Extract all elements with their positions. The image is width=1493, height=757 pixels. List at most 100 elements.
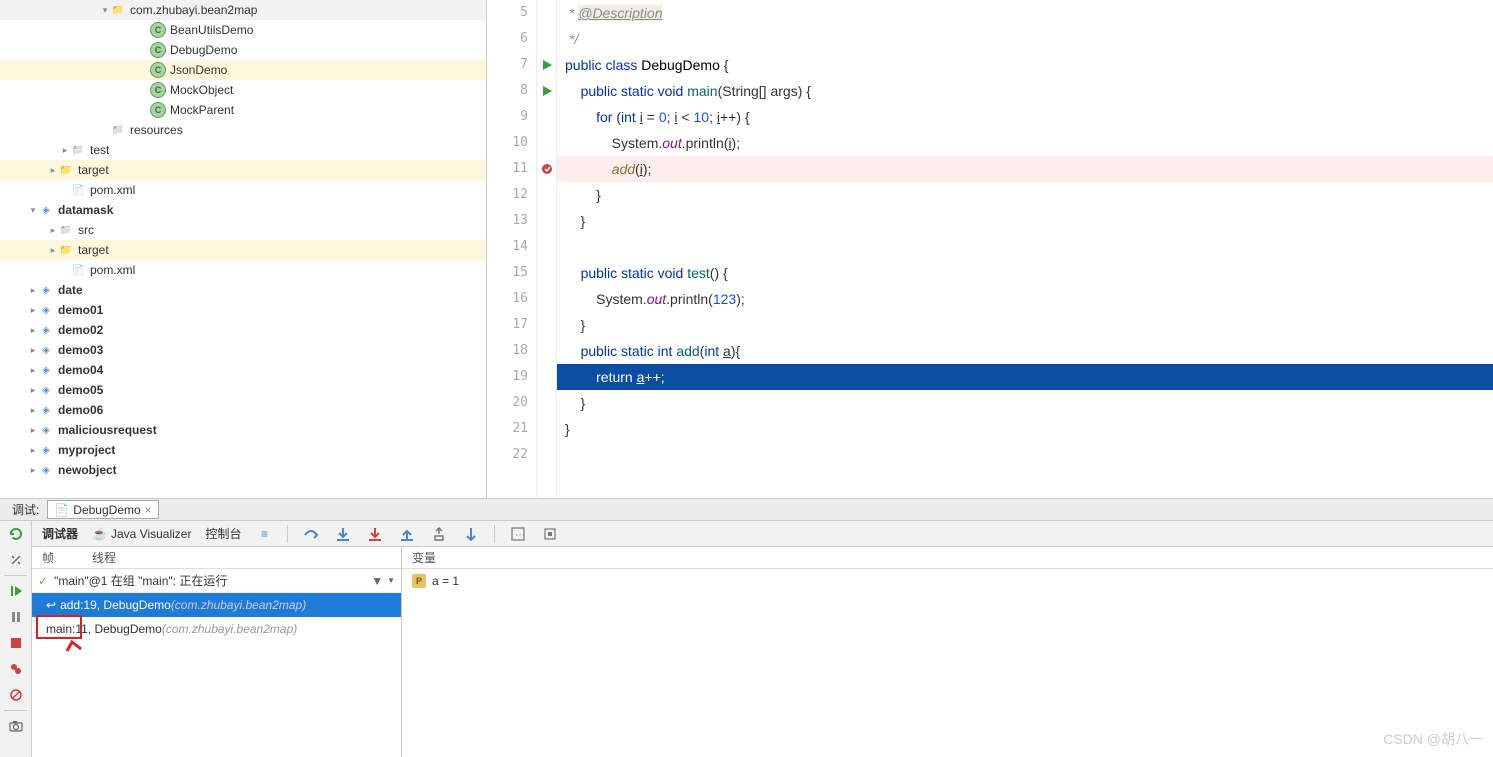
stop-button[interactable]: [0, 630, 31, 656]
pause-button[interactable]: [0, 604, 31, 630]
tree-item[interactable]: ▸demo01: [0, 300, 486, 320]
expand-icon[interactable]: ▸: [28, 345, 38, 356]
expand-icon[interactable]: ▸: [28, 445, 38, 456]
line-number[interactable]: 17: [487, 312, 528, 338]
line-number[interactable]: 8: [487, 78, 528, 104]
stack-frame-1[interactable]: main:11, DebugDemo (com.zhubayi.bean2map…: [32, 617, 401, 641]
debug-side-toolbar[interactable]: [0, 521, 32, 757]
line-number[interactable]: 12: [487, 182, 528, 208]
gutter-blank[interactable]: [537, 312, 556, 338]
code-line[interactable]: [557, 442, 1493, 468]
code-line[interactable]: add(i);: [557, 156, 1493, 182]
expand-icon[interactable]: ▾: [28, 205, 38, 216]
gutter-blank[interactable]: [537, 130, 556, 156]
tree-item[interactable]: ▸demo02: [0, 320, 486, 340]
tree-item[interactable]: ▸maliciousrequest: [0, 420, 486, 440]
code-line[interactable]: }: [557, 208, 1493, 234]
code-line[interactable]: [557, 234, 1493, 260]
tab-visualizer[interactable]: ☕Java Visualizer: [92, 527, 191, 541]
step-over-icon[interactable]: [302, 525, 320, 543]
line-number[interactable]: 11: [487, 156, 528, 182]
settings-button[interactable]: [0, 547, 31, 573]
tree-item[interactable]: ▾com.zhubayi.bean2map: [0, 0, 486, 20]
line-number[interactable]: 13: [487, 208, 528, 234]
breakpoint-icon[interactable]: [537, 156, 556, 182]
drop-frame-icon[interactable]: [430, 525, 448, 543]
code-line[interactable]: }: [557, 312, 1493, 338]
code-line[interactable]: * @Description: [557, 0, 1493, 26]
frames-panel[interactable]: 帧 线程 ✓ "main"@1 在组 "main": 正在运行 ▼ ▼ ↩ ad…: [32, 547, 402, 757]
debug-tab-file[interactable]: 📄 DebugDemo ×: [47, 500, 158, 519]
close-icon[interactable]: ×: [145, 503, 152, 517]
tree-item[interactable]: pom.xml: [0, 260, 486, 280]
tree-item[interactable]: ▾datamask: [0, 200, 486, 220]
expand-icon[interactable]: ▸: [28, 325, 38, 336]
line-number[interactable]: 16: [487, 286, 528, 312]
expand-icon[interactable]: ▸: [28, 405, 38, 416]
gutter-blank[interactable]: [537, 286, 556, 312]
expand-icon[interactable]: ▸: [48, 165, 58, 176]
expand-icon[interactable]: ▸: [48, 225, 58, 236]
step-out-icon[interactable]: [398, 525, 416, 543]
gutter-blank[interactable]: [537, 338, 556, 364]
code-line[interactable]: }: [557, 416, 1493, 442]
code-line[interactable]: public static void main(String[] args) {: [557, 78, 1493, 104]
expand-icon[interactable]: ▸: [28, 305, 38, 316]
evaluate-expr-icon[interactable]: ⋯: [509, 525, 527, 543]
line-number[interactable]: 6: [487, 26, 528, 52]
tree-item[interactable]: ▸demo04: [0, 360, 486, 380]
expand-icon[interactable]: ▸: [28, 285, 38, 296]
camera-button[interactable]: [0, 713, 31, 739]
expand-icon[interactable]: ▸: [28, 385, 38, 396]
line-number[interactable]: 14: [487, 234, 528, 260]
line-number[interactable]: 7: [487, 52, 528, 78]
gutter-blank[interactable]: [537, 182, 556, 208]
code-line[interactable]: }: [557, 390, 1493, 416]
line-number[interactable]: 21: [487, 416, 528, 442]
line-number[interactable]: 10: [487, 130, 528, 156]
line-number[interactable]: 5: [487, 0, 528, 26]
editor-marks[interactable]: [537, 0, 557, 498]
tree-item[interactable]: DebugDemo: [0, 40, 486, 60]
tree-item[interactable]: ▸myproject: [0, 440, 486, 460]
view-breakpoints-button[interactable]: [0, 656, 31, 682]
line-number[interactable]: 15: [487, 260, 528, 286]
tree-item[interactable]: resources: [0, 120, 486, 140]
gutter-blank[interactable]: [537, 260, 556, 286]
code-line[interactable]: public class DebugDemo {: [557, 52, 1493, 78]
line-number[interactable]: 22: [487, 442, 528, 468]
expand-icon[interactable]: ▾: [100, 5, 110, 16]
line-number[interactable]: 18: [487, 338, 528, 364]
tree-item[interactable]: BeanUtilsDemo: [0, 20, 486, 40]
code-line[interactable]: }: [557, 182, 1493, 208]
gutter-blank[interactable]: [537, 442, 556, 468]
tree-item[interactable]: MockObject: [0, 80, 486, 100]
tab-debugger[interactable]: 调试器: [42, 525, 78, 542]
tree-item[interactable]: ▸newobject: [0, 460, 486, 480]
tree-item[interactable]: ▸demo06: [0, 400, 486, 420]
editor-code[interactable]: * @Description */public class DebugDemo …: [557, 0, 1493, 498]
expand-icon[interactable]: ▸: [60, 145, 70, 156]
gutter-blank[interactable]: [537, 364, 556, 390]
force-step-into-icon[interactable]: [366, 525, 384, 543]
debug-tabs[interactable]: 调试: 📄 DebugDemo ×: [0, 499, 1493, 521]
gutter-blank[interactable]: [537, 208, 556, 234]
tree-item[interactable]: MockParent: [0, 100, 486, 120]
resume-button[interactable]: [0, 578, 31, 604]
tree-item[interactable]: ▸demo03: [0, 340, 486, 360]
mute-breakpoints-button[interactable]: [0, 682, 31, 708]
code-line[interactable]: for (int i = 0; i < 10; i++) {: [557, 104, 1493, 130]
tab-console[interactable]: 控制台: [205, 525, 241, 542]
thread-dump-icon[interactable]: ≡: [255, 525, 273, 543]
code-line[interactable]: System.out.println(123);: [557, 286, 1493, 312]
gutter-blank[interactable]: [537, 416, 556, 442]
trace-current-icon[interactable]: [541, 525, 559, 543]
gutter-blank[interactable]: [537, 26, 556, 52]
expand-icon[interactable]: ▸: [28, 465, 38, 476]
step-into-icon[interactable]: [334, 525, 352, 543]
rerun-button[interactable]: [0, 521, 31, 547]
code-line[interactable]: public static void test() {: [557, 260, 1493, 286]
run-gutter-icon[interactable]: [537, 78, 556, 104]
code-line[interactable]: System.out.println(i);: [557, 130, 1493, 156]
tree-item[interactable]: ▸target: [0, 240, 486, 260]
